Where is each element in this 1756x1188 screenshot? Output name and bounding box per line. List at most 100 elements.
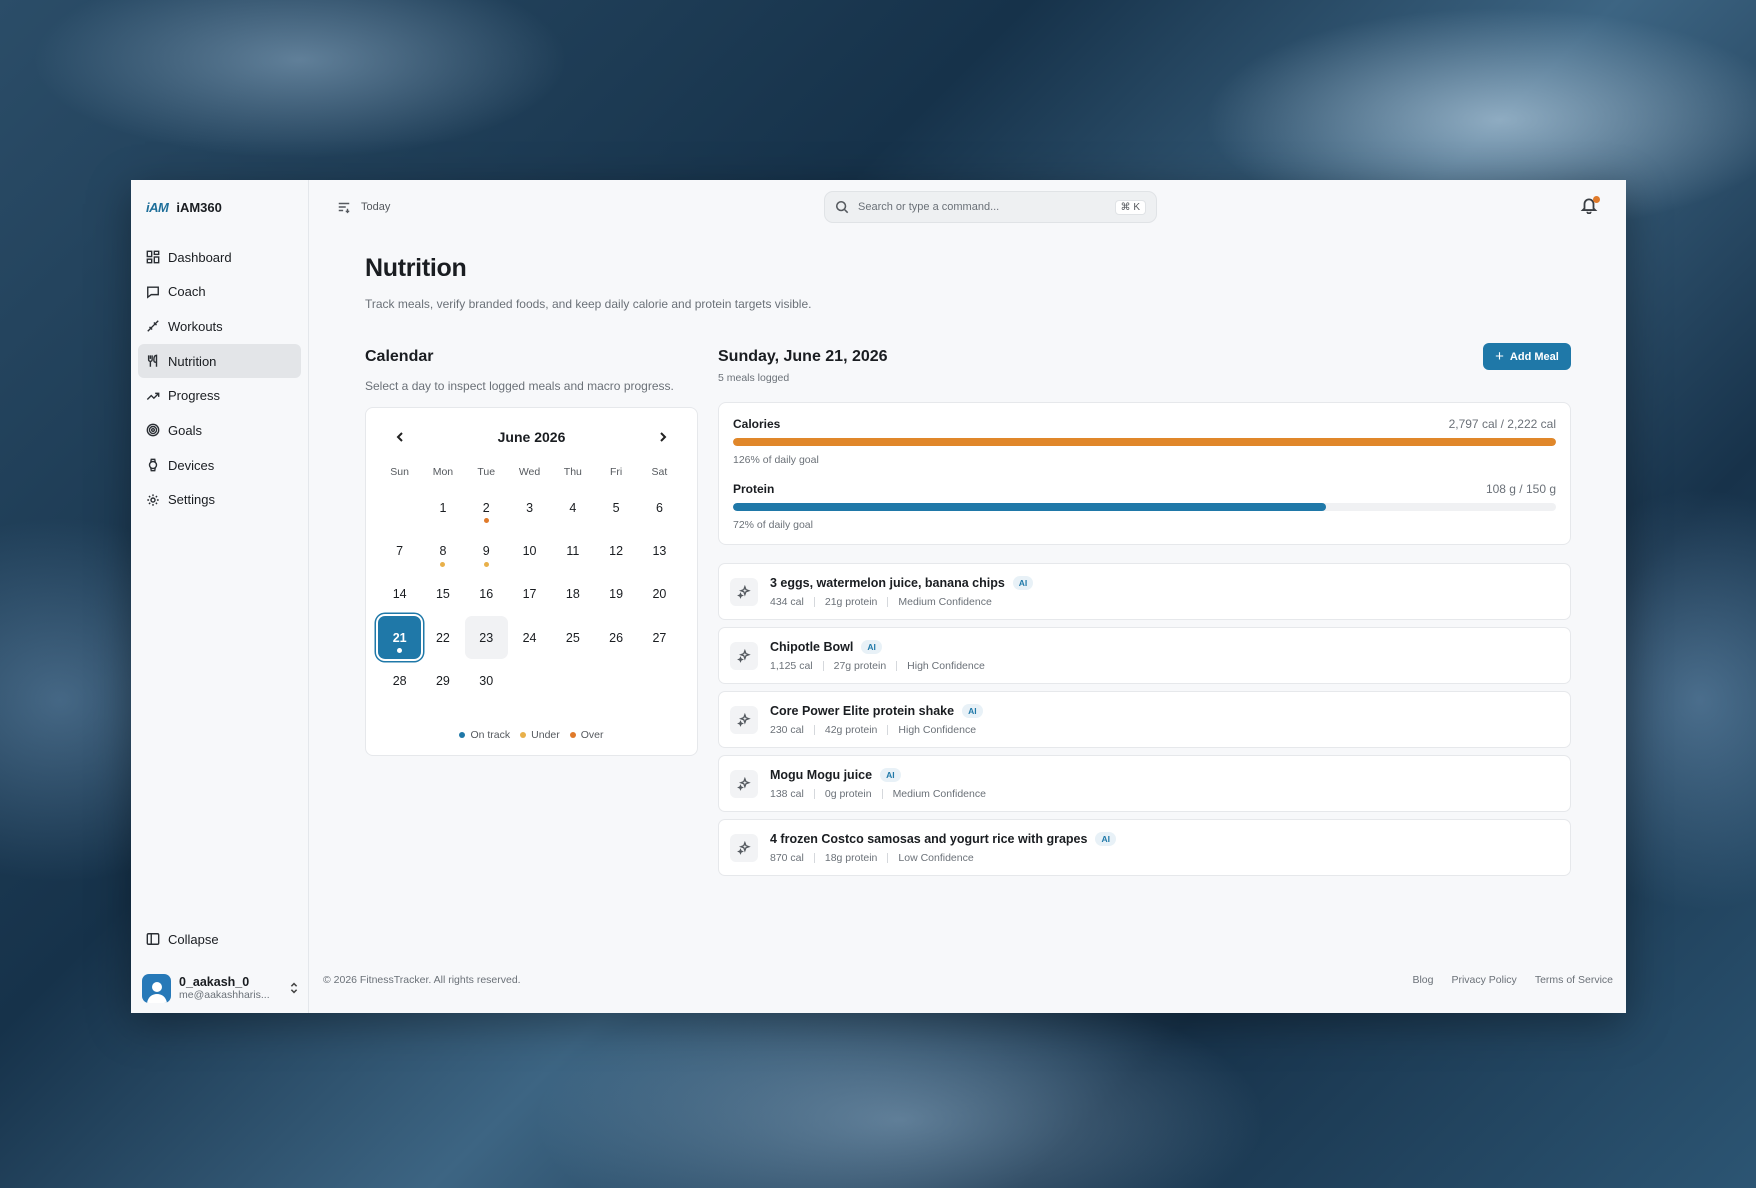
calendar-day[interactable]: 22 xyxy=(421,616,464,659)
plus-icon: + xyxy=(1495,348,1504,365)
calendar-section: Calendar Select a day to inspect logged … xyxy=(365,348,698,756)
calendar-day-number: 4 xyxy=(569,500,577,515)
calendar-card: June 2026 Sun Mon Tue Wed Thu Fri Sat 1 2 3 4 5 6 7 8 9… xyxy=(365,407,698,756)
notifications-button[interactable] xyxy=(1580,196,1600,216)
calendar-day[interactable]: 21 xyxy=(378,615,422,660)
calendar-day[interactable]: 8 xyxy=(421,529,464,572)
calendar-day[interactable]: 18 xyxy=(551,573,594,616)
protein-progress-bar xyxy=(733,503,1556,511)
sidebar-toggle-icon xyxy=(146,932,160,946)
footer-link-privacy[interactable]: Privacy Policy xyxy=(1451,974,1516,986)
legend-dot xyxy=(569,732,576,738)
sidebar-item-label: Devices xyxy=(168,457,215,473)
meal-confidence: Medium Confidence xyxy=(892,787,986,800)
calories-label: Calories xyxy=(733,417,781,431)
meal-protein: 27g protein xyxy=(833,659,887,672)
calendar-day-number: 26 xyxy=(609,630,624,645)
sidebar-item-settings[interactable]: Settings xyxy=(138,483,301,517)
calendar-day[interactable]: 2 xyxy=(465,486,508,529)
divider xyxy=(887,852,889,863)
meal-item[interactable]: Core Power Elite protein shake AI 230 cal 4… xyxy=(718,691,1571,748)
calendar-day-number: 9 xyxy=(482,543,490,558)
calendar-day[interactable]: 29 xyxy=(421,659,464,702)
calendar-day-number: 15 xyxy=(435,587,450,602)
calendar-day[interactable]: 23 xyxy=(464,615,508,660)
today-button[interactable]: Today xyxy=(337,200,390,214)
collapse-button[interactable]: Collapse xyxy=(138,922,301,956)
add-meal-button[interactable]: + Add Meal xyxy=(1483,343,1571,370)
calendar-day[interactable]: 5 xyxy=(594,486,637,529)
chat-icon xyxy=(146,285,160,299)
meal-protein: 42g protein xyxy=(824,723,878,736)
calendar-day[interactable]: 13 xyxy=(638,529,681,572)
calendar-day[interactable]: 12 xyxy=(594,529,637,572)
selected-date-title: Sunday, June 21, 2026 xyxy=(718,348,888,365)
meal-confidence: Medium Confidence xyxy=(898,595,992,608)
calories-progress-fill xyxy=(733,438,1556,446)
sidebar-item-coach[interactable]: Coach xyxy=(138,275,301,309)
meal-calories: 138 cal xyxy=(770,787,804,800)
sidebar-item-workouts[interactable]: Workouts xyxy=(138,309,301,343)
meal-item[interactable]: 3 eggs, watermelon juice, banana chips AI… xyxy=(718,563,1571,620)
sidebar-item-goals[interactable]: Goals xyxy=(138,413,301,447)
add-meal-label: Add Meal xyxy=(1509,350,1559,363)
footer-link-blog[interactable]: Blog xyxy=(1412,974,1433,986)
prev-month-button[interactable] xyxy=(392,429,408,445)
calendar-day[interactable]: 25 xyxy=(551,616,594,659)
meal-item[interactable]: 4 frozen Costco samosas and yogurt rice … xyxy=(718,819,1571,876)
calendar-day[interactable]: 10 xyxy=(508,529,551,572)
sidebar-item-devices[interactable]: Devices xyxy=(138,448,301,482)
weekday-header: Mon xyxy=(432,466,454,478)
brand[interactable]: iAM iAM360 xyxy=(138,180,301,234)
footer-link-terms[interactable]: Terms of Service xyxy=(1535,974,1613,986)
calories-progress-bar xyxy=(733,438,1556,446)
legend-dot xyxy=(520,732,527,738)
calendar-day[interactable]: 26 xyxy=(594,616,637,659)
meal-item[interactable]: Mogu Mogu juice AI 138 cal 0g protein Medium… xyxy=(718,755,1571,812)
calendar-day[interactable]: 15 xyxy=(421,573,464,616)
sidebar-item-dashboard[interactable]: Dashboard xyxy=(138,240,301,274)
calendar-day-number: 17 xyxy=(522,587,537,602)
meal-protein: 18g protein xyxy=(824,851,878,864)
calendar-day[interactable]: 27 xyxy=(638,616,681,659)
meal-calories: 1,125 cal xyxy=(770,659,813,672)
topbar: Today Search or type a command... ⌘ K xyxy=(309,180,1626,234)
calendar-day[interactable]: 9 xyxy=(465,529,508,572)
calendar-day[interactable]: 1 xyxy=(421,486,464,529)
day-status-dot xyxy=(483,518,489,524)
calendar-day[interactable]: 11 xyxy=(551,529,594,572)
calendar-day-number: 28 xyxy=(392,673,407,688)
sidebar-nav: Dashboard Coach Workouts Nutrition Progr… xyxy=(138,240,301,517)
sparkles-icon xyxy=(730,833,758,862)
calendar-day[interactable]: 17 xyxy=(508,573,551,616)
meal-calories: 230 cal xyxy=(770,723,804,736)
calendar-day[interactable]: 4 xyxy=(551,486,594,529)
calendar-day-number: 23 xyxy=(479,630,494,645)
protein-progress-fill xyxy=(733,503,1326,511)
weekday-header: Sun xyxy=(390,466,409,478)
calendar-day[interactable]: 14 xyxy=(378,573,421,616)
calendar-day[interactable]: 3 xyxy=(508,486,551,529)
divider xyxy=(813,852,815,863)
sidebar-item-nutrition[interactable]: Nutrition xyxy=(138,344,301,379)
calendar-day[interactable]: 19 xyxy=(594,573,637,616)
meal-item[interactable]: Chipotle Bowl AI 1,125 cal 27g protein High … xyxy=(718,627,1571,684)
ai-badge: AI xyxy=(1012,575,1034,590)
weekday-header: Thu xyxy=(563,466,582,478)
calendar-day[interactable]: 16 xyxy=(465,573,508,616)
calendar-day-number: 8 xyxy=(439,543,447,558)
brand-name: iAM360 xyxy=(176,199,222,215)
calendar-day-number: 6 xyxy=(655,500,663,515)
calendar-day-number: 1 xyxy=(439,500,447,515)
calendar-day[interactable]: 7 xyxy=(378,529,421,572)
sidebar-item-progress[interactable]: Progress xyxy=(138,379,301,413)
next-month-button[interactable] xyxy=(655,429,671,445)
calendar-day[interactable]: 30 xyxy=(465,659,508,702)
calendar-day[interactable]: 20 xyxy=(638,573,681,616)
calendar-day[interactable]: 24 xyxy=(508,616,551,659)
calendar-day[interactable]: 6 xyxy=(638,486,681,529)
calendar-day-number: 12 xyxy=(609,543,624,558)
search-input[interactable]: Search or type a command... ⌘ K xyxy=(824,191,1157,223)
calendar-day[interactable]: 28 xyxy=(378,659,421,702)
user-menu[interactable]: 0_aakash_0 me@aakashharis... xyxy=(138,966,301,1010)
